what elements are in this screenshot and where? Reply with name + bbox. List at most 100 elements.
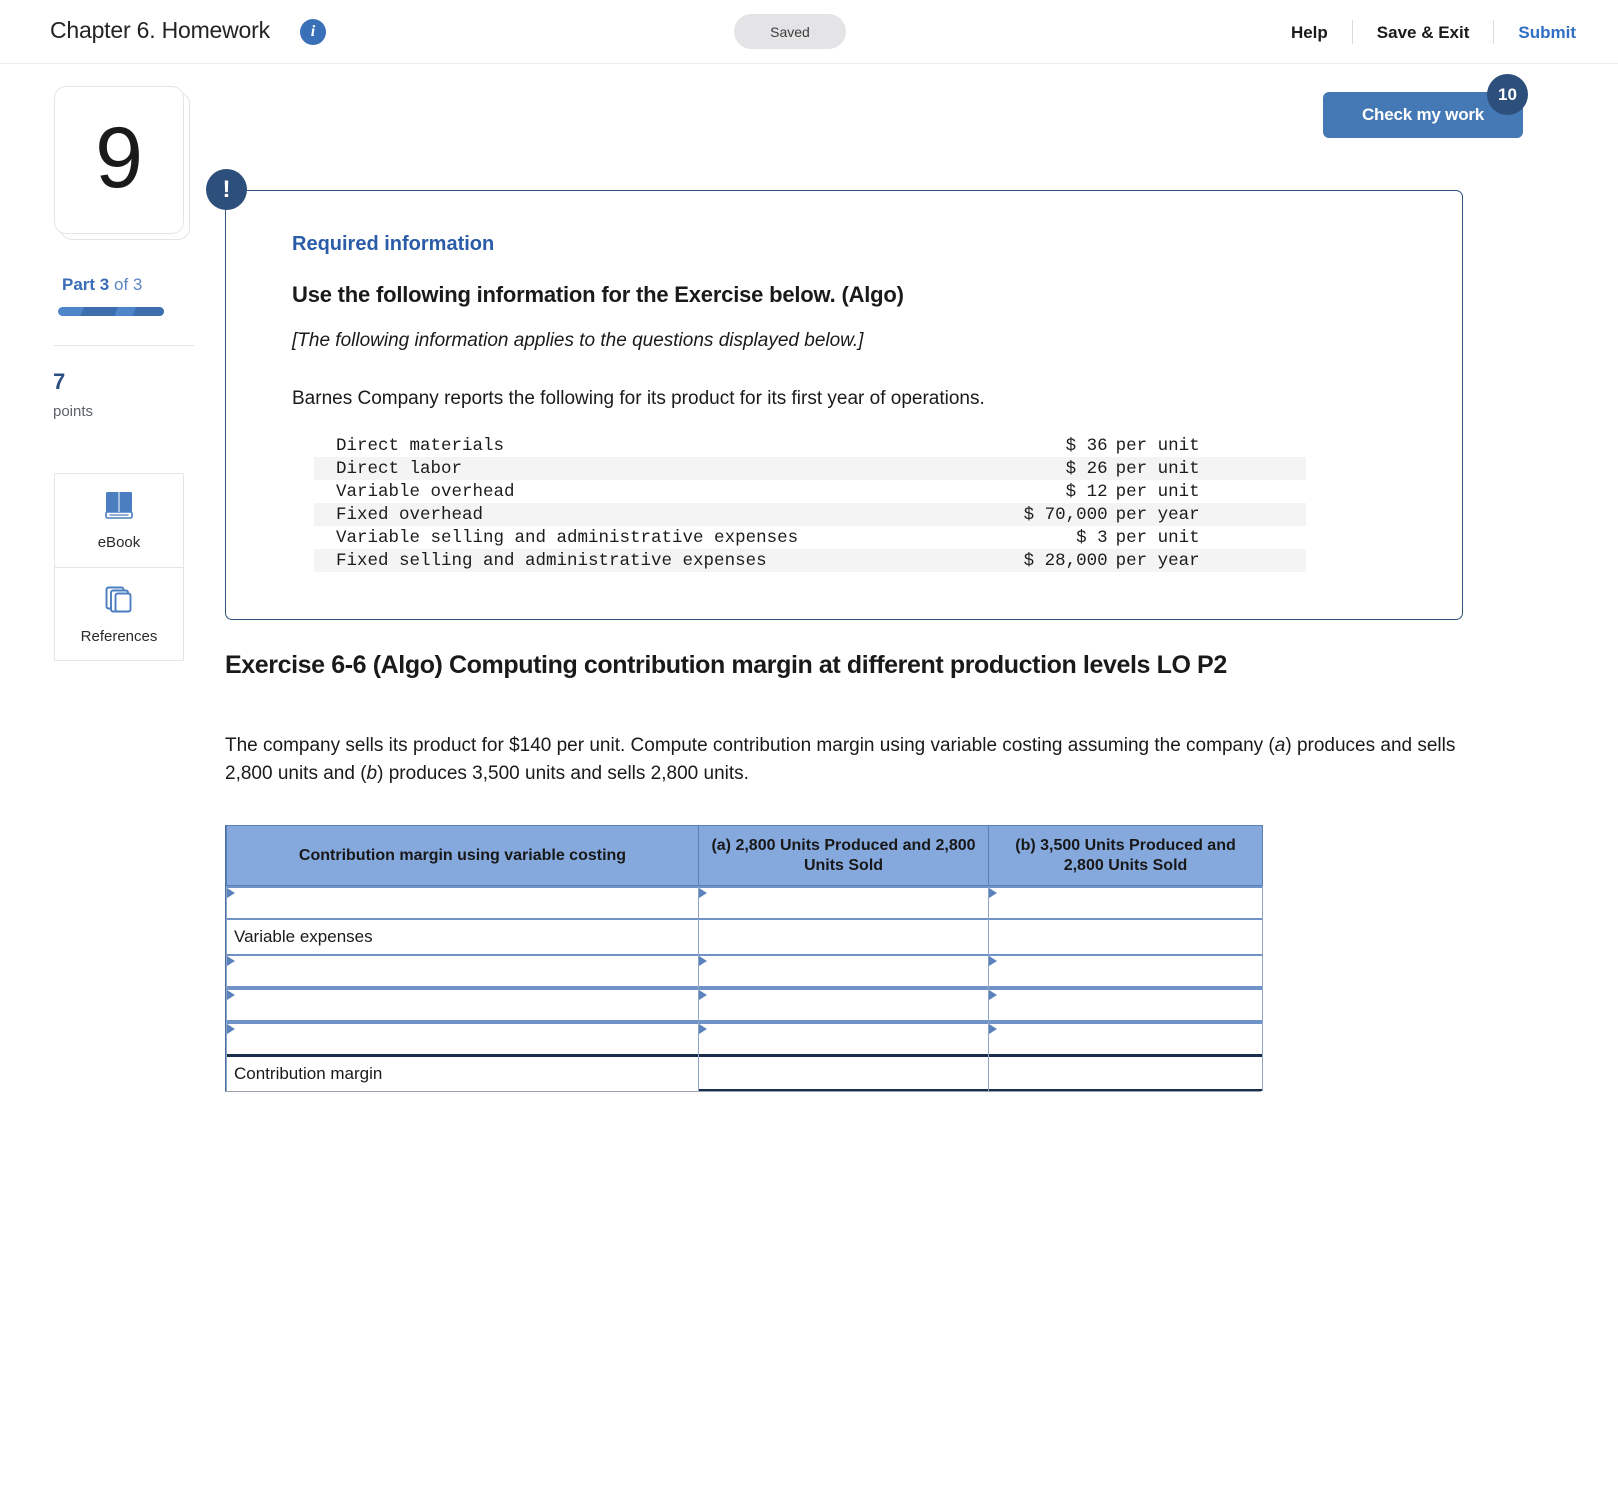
answer-cell-b[interactable] bbox=[988, 1022, 1263, 1057]
table-row: Fixed selling and administrative expense… bbox=[314, 549, 1306, 572]
value-input-a-2[interactable] bbox=[699, 954, 988, 989]
value-input-a-0[interactable] bbox=[699, 886, 988, 921]
value-input-b-0[interactable] bbox=[989, 886, 1262, 921]
check-my-work-count-badge: 10 bbox=[1487, 74, 1528, 115]
top-bar-actions: Help Save & Exit Submit bbox=[1267, 0, 1576, 64]
table-row: Direct labor $ 26 per unit bbox=[314, 457, 1306, 480]
answer-cell-b bbox=[988, 920, 1263, 955]
label-input-2[interactable] bbox=[227, 954, 698, 989]
answer-cell-b[interactable] bbox=[988, 988, 1263, 1023]
value-input-b-5[interactable] bbox=[989, 1057, 1262, 1092]
table-row: Variable overhead $ 12 per unit bbox=[314, 480, 1306, 503]
points-value: 7 bbox=[53, 369, 66, 394]
answer-cell-label[interactable] bbox=[226, 885, 699, 921]
required-information-heading: Use the following information for the Ex… bbox=[292, 282, 904, 307]
static-value-a-1 bbox=[699, 920, 988, 955]
answer-cell-label[interactable] bbox=[226, 1022, 699, 1057]
cost-label: Variable overhead bbox=[336, 481, 515, 502]
cost-label: Direct materials bbox=[336, 435, 505, 456]
sidebar-item-references[interactable]: References bbox=[55, 567, 183, 660]
book-icon bbox=[103, 491, 135, 525]
cost-label: Fixed selling and administrative expense… bbox=[336, 550, 767, 571]
sidebar-item-ebook[interactable]: eBook bbox=[55, 474, 183, 567]
answer-table-wrapper: Contribution margin using variable costi… bbox=[225, 824, 1263, 1093]
table-row: Fixed overhead $ 70,000 per year bbox=[314, 503, 1306, 526]
copy-pages-icon bbox=[103, 583, 135, 619]
sidebar-item-label: References bbox=[80, 628, 158, 645]
cost-unit: per year bbox=[1115, 504, 1200, 525]
part-prefix: Part bbox=[62, 275, 100, 294]
cost-amount: $ 28,000 bbox=[1023, 550, 1108, 571]
value-input-a-3[interactable] bbox=[699, 988, 988, 1023]
static-label-5: Contribution margin bbox=[227, 1057, 698, 1092]
table-row: Variable expenses bbox=[226, 920, 1263, 955]
column-header-label: Contribution margin using variable costi… bbox=[226, 824, 699, 887]
answer-cell-label[interactable] bbox=[226, 988, 699, 1023]
submit-link[interactable]: Submit bbox=[1494, 24, 1576, 41]
exercise-description-part: ) produces 3,500 units and sells 2,800 u… bbox=[377, 762, 749, 784]
answer-table-head: Contribution margin using variable costi… bbox=[226, 824, 1263, 887]
required-information-note: [The following information applies to th… bbox=[292, 330, 864, 351]
part-total: of 3 bbox=[109, 275, 143, 294]
cost-label: Fixed overhead bbox=[336, 504, 484, 525]
answer-cell-label[interactable] bbox=[226, 954, 699, 989]
answer-cell-b[interactable] bbox=[988, 954, 1263, 989]
cost-amount: $ 12 bbox=[1065, 481, 1108, 502]
points-label: points bbox=[53, 403, 94, 420]
exercise-description-label-a: a bbox=[1274, 735, 1286, 756]
answer-cell-a[interactable] bbox=[698, 885, 989, 921]
part-current: 3 bbox=[99, 275, 110, 294]
static-label-1: Variable expenses bbox=[227, 920, 698, 955]
label-input-0[interactable] bbox=[227, 886, 698, 921]
table-row: Variable selling and administrative expe… bbox=[314, 526, 1306, 549]
value-input-a-5[interactable] bbox=[699, 1057, 988, 1092]
answer-cell-a[interactable] bbox=[698, 988, 989, 1023]
table-row-total: Contribution margin bbox=[226, 1056, 1263, 1092]
top-bar: Chapter 6. Homework i Saved Help Save & … bbox=[0, 0, 1618, 64]
page-title: Chapter 6. Homework bbox=[50, 17, 270, 43]
cost-unit: per unit bbox=[1115, 527, 1200, 548]
exercise-title: Exercise 6-6 (Algo) Computing contributi… bbox=[225, 651, 1227, 679]
cost-amount: $ 36 bbox=[1065, 435, 1108, 456]
required-information-kicker: Required information bbox=[292, 233, 495, 255]
info-icon[interactable]: i bbox=[300, 19, 326, 45]
cost-unit: per unit bbox=[1115, 458, 1200, 479]
answer-cell-a[interactable] bbox=[698, 1056, 989, 1092]
value-input-b-3[interactable] bbox=[989, 988, 1262, 1023]
required-information-panel: ! Required information Use the following… bbox=[206, 169, 1463, 620]
answer-table-body: Variable expenses Contribution margin bbox=[226, 885, 1263, 1092]
part-indicator: Part 3 of 3 bbox=[62, 275, 142, 295]
value-input-a-4[interactable] bbox=[699, 1022, 988, 1057]
value-input-b-4[interactable] bbox=[989, 1022, 1262, 1057]
exclamation-icon: ! bbox=[206, 169, 247, 210]
value-input-b-2[interactable] bbox=[989, 954, 1262, 989]
cost-unit: per unit bbox=[1115, 481, 1200, 502]
save-and-exit-link[interactable]: Save & Exit bbox=[1353, 24, 1494, 41]
answer-cell-label: Variable expenses bbox=[226, 920, 699, 955]
answer-cell-b[interactable] bbox=[988, 885, 1263, 921]
answer-cell-label: Contribution margin bbox=[226, 1056, 699, 1092]
help-link[interactable]: Help bbox=[1267, 24, 1352, 41]
question-number: 9 bbox=[95, 110, 143, 206]
cost-table-body: Direct materials $ 36 per unit Direct la… bbox=[314, 434, 1306, 572]
cost-data-table: Direct materials $ 36 per unit Direct la… bbox=[314, 434, 1306, 572]
cost-unit: per unit bbox=[1115, 435, 1200, 456]
exercise-description: The company sells its product for $140 p… bbox=[225, 732, 1465, 788]
part-progress-bar bbox=[58, 307, 164, 316]
required-information-paragraph: Barnes Company reports the following for… bbox=[292, 388, 985, 409]
progress-segment bbox=[130, 307, 164, 316]
table-row bbox=[226, 988, 1263, 1023]
label-input-4[interactable] bbox=[227, 1022, 698, 1057]
cost-amount: $ 3 bbox=[1076, 527, 1108, 548]
label-input-3[interactable] bbox=[227, 988, 698, 1023]
progress-segment bbox=[78, 307, 120, 316]
answer-cell-a[interactable] bbox=[698, 954, 989, 989]
answer-cell-a[interactable] bbox=[698, 1022, 989, 1057]
answer-cell-b[interactable] bbox=[988, 1056, 1263, 1092]
divider bbox=[54, 345, 194, 346]
column-header-a: (a) 2,800 Units Produced and 2,800 Units… bbox=[698, 824, 989, 887]
cost-unit: per year bbox=[1115, 550, 1200, 571]
saved-status-badge: Saved bbox=[734, 14, 846, 49]
sidebar-item-label: eBook bbox=[97, 533, 141, 551]
sidebar: 9 Part 3 of 3 7 points eBook References bbox=[0, 64, 200, 1498]
